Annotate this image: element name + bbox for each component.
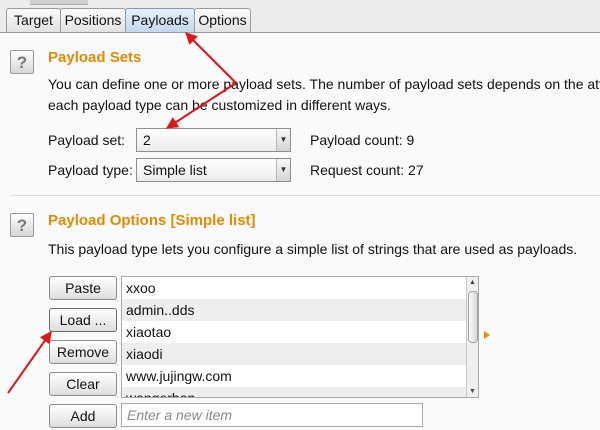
payload-list[interactable]: xxoo admin..dds xiaotao xiaodi www.jujin… bbox=[121, 276, 479, 398]
payload-set-select[interactable]: 2 ▼ bbox=[136, 128, 291, 152]
add-button[interactable]: Add bbox=[49, 404, 117, 428]
list-item[interactable]: xxoo bbox=[122, 277, 478, 299]
chevron-down-icon[interactable]: ▼ bbox=[276, 159, 290, 181]
payload-type-select[interactable]: Simple list ▼ bbox=[136, 158, 291, 182]
payload-type-label: Payload type: bbox=[48, 162, 133, 178]
tab-target[interactable]: Target bbox=[6, 8, 61, 32]
tab-options[interactable]: Options bbox=[194, 8, 251, 32]
list-item[interactable]: www.jujingw.com bbox=[122, 365, 478, 387]
help-icon[interactable]: ? bbox=[10, 213, 34, 237]
payload-options-title: Payload Options [Simple list] bbox=[48, 212, 256, 229]
load-button[interactable]: Load ... bbox=[49, 308, 117, 332]
help-icon[interactable]: ? bbox=[10, 50, 34, 74]
payload-sets-description-line2: each payload type can be customized in d… bbox=[48, 97, 391, 113]
payload-sets-description-line1: You can define one or more payload sets.… bbox=[48, 76, 600, 92]
payload-options-description: This payload type lets you configure a s… bbox=[48, 241, 578, 257]
scroll-up-icon[interactable]: ▲ bbox=[467, 277, 478, 288]
hidden-tab-edge bbox=[30, 0, 88, 5]
chevron-down-icon[interactable]: ▼ bbox=[276, 129, 290, 151]
list-item[interactable]: admin..dds bbox=[122, 299, 478, 321]
list-scrollbar[interactable]: ▲ ▼ bbox=[466, 277, 478, 397]
tab-positions[interactable]: Positions bbox=[60, 8, 126, 32]
list-item[interactable]: xiaotao bbox=[122, 321, 478, 343]
tab-payloads[interactable]: Payloads bbox=[125, 8, 195, 32]
scroll-thumb[interactable] bbox=[468, 291, 478, 343]
request-count: Request count: 27 bbox=[310, 162, 424, 178]
payload-sets-title: Payload Sets bbox=[48, 49, 142, 66]
expand-arrow-icon[interactable] bbox=[484, 331, 490, 339]
payload-set-label: Payload set: bbox=[48, 132, 126, 148]
section-divider bbox=[10, 195, 600, 196]
payload-type-value: Simple list bbox=[143, 162, 207, 178]
scroll-down-icon[interactable]: ▼ bbox=[467, 386, 478, 397]
list-item[interactable]: xiaodi bbox=[122, 343, 478, 365]
clear-button[interactable]: Clear bbox=[49, 372, 117, 396]
list-item[interactable]: wangerban bbox=[122, 387, 478, 397]
payload-count: Payload count: 9 bbox=[310, 132, 415, 148]
paste-button[interactable]: Paste bbox=[49, 276, 117, 300]
remove-button[interactable]: Remove bbox=[49, 340, 117, 364]
payload-set-value: 2 bbox=[143, 132, 151, 148]
new-item-input[interactable]: Enter a new item bbox=[121, 403, 423, 427]
